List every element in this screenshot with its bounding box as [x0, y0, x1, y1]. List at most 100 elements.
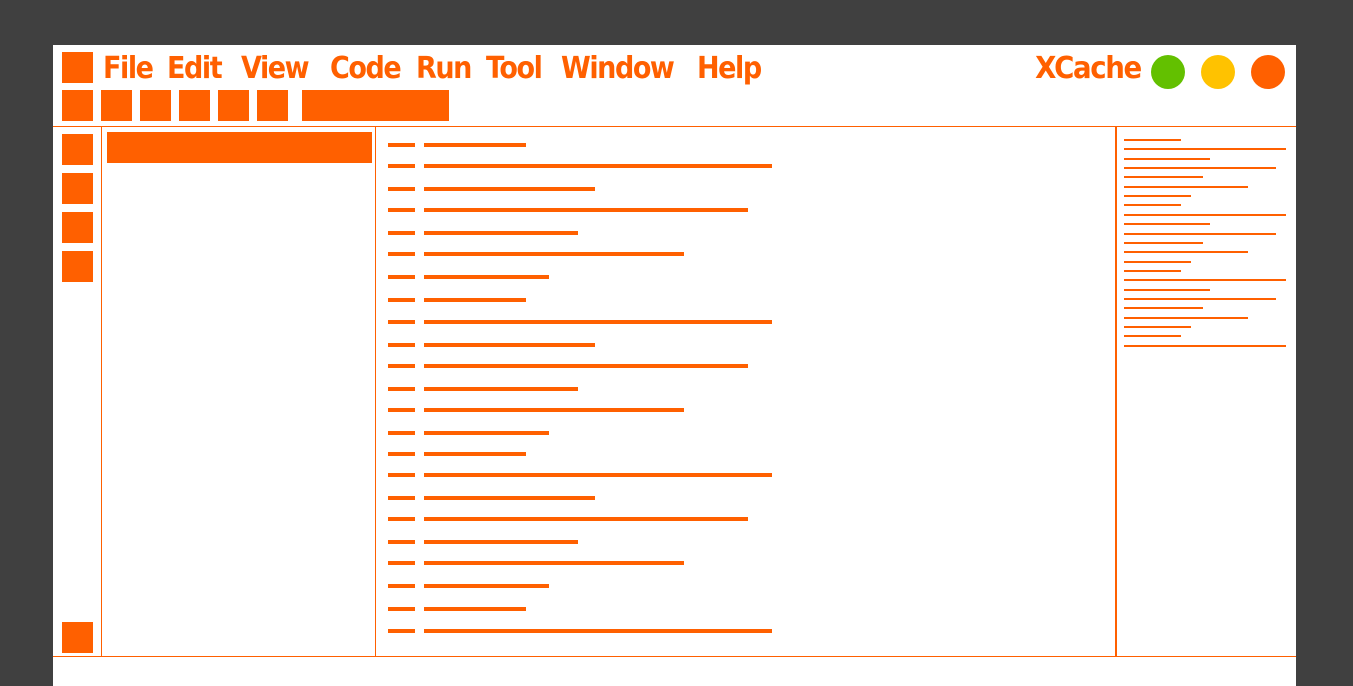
code-line	[424, 343, 595, 347]
minimap-line	[1124, 157, 1210, 160]
minimap-line	[1124, 316, 1248, 319]
code-line	[424, 561, 684, 565]
line-number	[388, 452, 415, 456]
code-line	[424, 387, 578, 391]
line-number	[388, 208, 415, 212]
line-number	[388, 584, 415, 588]
toolbar-button[interactable]	[101, 90, 132, 121]
line-number	[388, 231, 415, 235]
status-bar-divider	[53, 656, 1296, 657]
minimap[interactable]	[1117, 127, 1296, 656]
minimap-line	[1124, 251, 1248, 254]
line-number	[388, 496, 415, 500]
ide-window: File Edit View Code Run Tool Window Help…	[53, 45, 1296, 686]
minimap-line	[1124, 185, 1248, 188]
close-button[interactable]	[1251, 55, 1285, 89]
code-line	[424, 275, 549, 279]
code-line	[424, 540, 578, 544]
code-line	[424, 431, 549, 435]
minimap-line	[1124, 288, 1210, 291]
code-line	[424, 473, 772, 477]
minimap-line	[1124, 335, 1181, 338]
menu-file[interactable]: File	[103, 49, 154, 89]
code-line	[424, 607, 526, 611]
code-line	[424, 208, 748, 212]
menu-tool[interactable]: Tool	[486, 49, 543, 89]
code-line	[424, 143, 526, 147]
activity-button-bottom[interactable]	[62, 622, 93, 653]
line-number	[388, 320, 415, 324]
menu-view[interactable]: View	[241, 49, 310, 89]
minimap-line	[1124, 260, 1191, 263]
toolbar-button[interactable]	[257, 90, 288, 121]
line-number	[388, 540, 415, 544]
project-tree-selected-item[interactable]	[107, 132, 372, 163]
code-line	[424, 517, 748, 521]
run-configuration-select[interactable]	[302, 90, 449, 121]
menu-code[interactable]: Code	[330, 49, 402, 89]
minimap-line	[1124, 176, 1203, 179]
code-line	[424, 320, 772, 324]
toolbar-button[interactable]	[218, 90, 249, 121]
maximize-button[interactable]	[1201, 55, 1235, 89]
line-number	[388, 387, 415, 391]
activity-button[interactable]	[62, 134, 93, 165]
minimap-line	[1124, 139, 1181, 141]
code-line	[424, 231, 578, 235]
line-number	[388, 607, 415, 611]
minimap-line	[1124, 223, 1210, 226]
code-line	[424, 252, 684, 256]
code-line	[424, 408, 684, 412]
line-number	[388, 252, 415, 256]
line-number	[388, 164, 415, 168]
code-line	[424, 298, 526, 302]
menu-run[interactable]: Run	[416, 49, 472, 89]
code-line	[424, 629, 772, 633]
minimap-line	[1124, 195, 1191, 198]
minimap-line	[1124, 279, 1286, 282]
line-number	[388, 473, 415, 477]
app-title: XCache	[1035, 51, 1142, 86]
minimap-line	[1124, 297, 1276, 300]
minimize-button[interactable]	[1151, 55, 1185, 89]
code-editor[interactable]	[376, 127, 1115, 656]
code-line	[424, 164, 772, 168]
app-logo-icon	[62, 52, 93, 83]
line-number	[388, 431, 415, 435]
toolbar-button[interactable]	[179, 90, 210, 121]
line-number	[388, 143, 415, 147]
toolbar-button[interactable]	[140, 90, 171, 121]
menu-edit[interactable]: Edit	[167, 49, 223, 89]
minimap-line	[1124, 241, 1203, 244]
minimap-line	[1124, 204, 1181, 207]
activity-button[interactable]	[62, 173, 93, 204]
minimap-line	[1124, 344, 1286, 347]
code-line	[424, 496, 595, 500]
line-number	[388, 364, 415, 368]
line-number	[388, 187, 415, 191]
code-line	[424, 452, 526, 456]
code-line	[424, 364, 748, 368]
line-number	[388, 561, 415, 565]
line-number	[388, 517, 415, 521]
line-number	[388, 275, 415, 279]
minimap-line	[1124, 269, 1181, 272]
line-number	[388, 629, 415, 633]
minimap-line	[1124, 307, 1203, 310]
activity-bar-divider	[101, 127, 102, 656]
minimap-line	[1124, 167, 1276, 170]
activity-button[interactable]	[62, 212, 93, 243]
minimap-line	[1124, 213, 1286, 216]
code-line	[424, 187, 595, 191]
toolbar-button[interactable]	[62, 90, 93, 121]
minimap-line	[1124, 326, 1191, 328]
menu-help[interactable]: Help	[697, 49, 762, 89]
code-line	[424, 584, 549, 588]
menu-window[interactable]: Window	[561, 49, 675, 89]
minimap-line	[1124, 232, 1276, 235]
line-number	[388, 408, 415, 412]
minimap-line	[1124, 148, 1286, 151]
activity-button[interactable]	[62, 251, 93, 282]
line-number	[388, 343, 415, 347]
line-number	[388, 298, 415, 302]
